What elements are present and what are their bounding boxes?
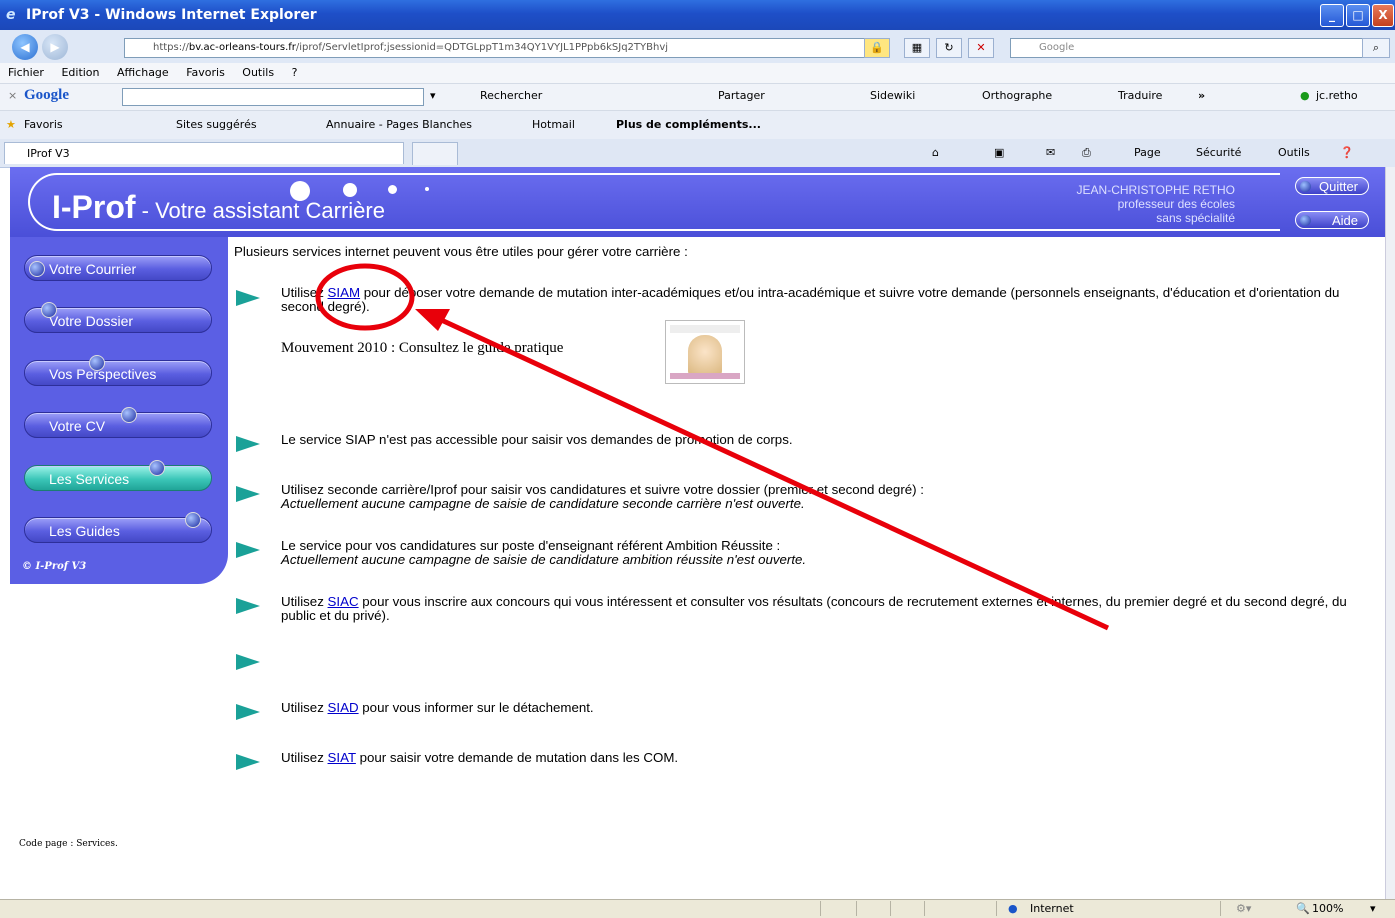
annotation-arrow-line — [435, 315, 1110, 631]
annotation-circle — [315, 263, 415, 331]
annotation-overlay — [315, 263, 1110, 631]
